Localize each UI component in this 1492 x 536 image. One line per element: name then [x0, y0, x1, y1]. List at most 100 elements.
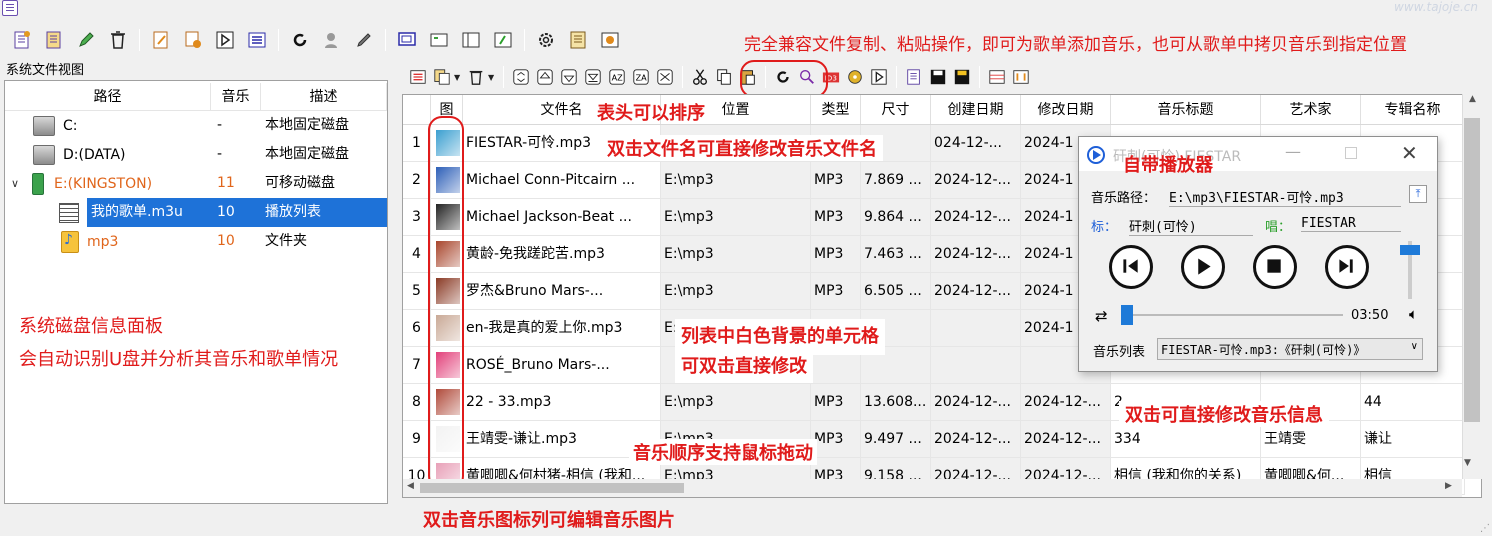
- refresh-icon[interactable]: [287, 27, 313, 53]
- play-button[interactable]: [1181, 245, 1225, 289]
- progress-track[interactable]: [1121, 314, 1343, 316]
- sort-icon[interactable]: [510, 66, 532, 88]
- locate-icon[interactable]: ⤒: [1409, 185, 1427, 203]
- tree-row-d[interactable]: D:(DATA) - 本地固定磁盘: [5, 140, 387, 169]
- header-size[interactable]: 尺寸: [861, 95, 931, 124]
- header-modified[interactable]: 修改日期: [1021, 95, 1111, 124]
- row-created[interactable]: [931, 310, 1021, 346]
- list-icon[interactable]: [244, 27, 270, 53]
- row-created[interactable]: 2024-12-...: [931, 236, 1021, 272]
- delete-icon[interactable]: [465, 66, 487, 88]
- header-type[interactable]: 类型: [811, 95, 861, 124]
- scroll-down-icon[interactable]: ▼: [1464, 458, 1471, 468]
- row-size[interactable]: 6.505 ...: [861, 273, 931, 309]
- row-type[interactable]: MP3: [811, 421, 861, 457]
- playlist-icon[interactable]: [903, 66, 925, 88]
- play-icon[interactable]: [868, 66, 890, 88]
- path-field[interactable]: E:\mp3\FIESTAR-可怜.mp3: [1169, 187, 1401, 207]
- grid-icon[interactable]: [986, 66, 1008, 88]
- progress-slider[interactable]: [1121, 305, 1133, 325]
- row-modified[interactable]: 2024-12-...: [1021, 421, 1111, 457]
- shortcut-icon[interactable]: [490, 27, 516, 53]
- previous-button[interactable]: [1109, 245, 1153, 289]
- row-filename[interactable]: 罗杰&Bruno Mars-...: [463, 273, 661, 309]
- notes-icon[interactable]: [565, 27, 591, 53]
- header-path[interactable]: 路径: [5, 83, 211, 110]
- row-filename[interactable]: ROSÉ_Bruno Mars-...: [463, 347, 661, 383]
- row-created[interactable]: 2024-12-...: [931, 384, 1021, 420]
- row-type[interactable]: MP3: [811, 162, 861, 198]
- row-size[interactable]: 7.869 ...: [861, 162, 931, 198]
- horizontal-scroll-thumb[interactable]: [420, 483, 684, 493]
- volume-slider[interactable]: [1400, 244, 1420, 255]
- row-filename[interactable]: en-我是真的爱上你.mp3: [463, 310, 661, 346]
- about-icon[interactable]: [597, 27, 623, 53]
- row-location[interactable]: E:\mp3: [661, 273, 811, 309]
- resize-grip-icon[interactable]: ⋰: [1480, 523, 1490, 534]
- row-filename[interactable]: 22 - 33.mp3: [463, 384, 661, 420]
- row-created[interactable]: [931, 347, 1021, 383]
- row-size[interactable]: 7.463 ...: [861, 236, 931, 272]
- row-type[interactable]: MP3: [811, 236, 861, 272]
- next-button[interactable]: [1325, 245, 1369, 289]
- row-location[interactable]: E:\mp3: [661, 199, 811, 235]
- row-filename[interactable]: Michael Conn-Pitcairn ...: [463, 162, 661, 198]
- sort-az-icon[interactable]: AZ: [606, 66, 628, 88]
- expand-chevron-icon[interactable]: ∨: [11, 177, 27, 190]
- tree-row-folder[interactable]: mp3 10 文件夹: [5, 227, 387, 256]
- sort-za-icon[interactable]: ZA: [630, 66, 652, 88]
- copy-icon[interactable]: [713, 66, 735, 88]
- rename-icon[interactable]: [426, 27, 452, 53]
- row-type[interactable]: MP3: [811, 273, 861, 309]
- dropdown-arrow-icon[interactable]: ▼: [488, 73, 498, 82]
- dropdown-arrow-icon[interactable]: ▼: [454, 73, 464, 82]
- row-created[interactable]: 024-12-...: [931, 125, 1021, 161]
- open-playlist-icon[interactable]: [41, 27, 67, 53]
- tree-row-c[interactable]: C: - 本地固定磁盘: [5, 111, 387, 140]
- tree-row-e[interactable]: ∨ E:(KINGSTON) 11 可移动磁盘: [5, 169, 387, 198]
- fullscreen-icon[interactable]: [1010, 66, 1032, 88]
- row-filename[interactable]: 黄龄-免我蹉跎苦.mp3: [463, 236, 661, 272]
- minimize-icon[interactable]: —: [1285, 142, 1301, 161]
- scroll-left-icon[interactable]: ◀: [407, 481, 414, 491]
- move-top-icon[interactable]: [534, 66, 556, 88]
- repeat-mode-icon[interactable]: ⇄: [1095, 307, 1108, 325]
- convert-icon[interactable]: [180, 27, 206, 53]
- row-type[interactable]: MP3: [811, 199, 861, 235]
- list-view-icon[interactable]: [407, 66, 429, 88]
- row-filename[interactable]: Michael Jackson-Beat ...: [463, 199, 661, 235]
- close-icon[interactable]: ✕: [1401, 141, 1418, 165]
- title-field[interactable]: 矸刺(可怜): [1129, 216, 1253, 236]
- header-album[interactable]: 专辑名称: [1361, 95, 1465, 124]
- system-file-tree[interactable]: 路径 音乐 描述 C: - 本地固定磁盘 D:(DATA) - 本地固定磁盘 ∨…: [4, 80, 388, 504]
- vertical-scroll-thumb[interactable]: [1464, 118, 1480, 422]
- row-type[interactable]: MP3: [811, 384, 861, 420]
- music-list-select[interactable]: FIESTAR-可怜.mp3:《矸刺(可怜)》 ∨: [1157, 338, 1423, 360]
- tree-row-playlist[interactable]: 我的歌单.m3u 10 播放列表: [5, 198, 387, 227]
- row-location[interactable]: E:\mp3: [661, 162, 811, 198]
- row-modified[interactable]: 2024-12-...: [1021, 384, 1111, 420]
- volume-icon[interactable]: 🔈︎: [1409, 305, 1418, 323]
- window-icon[interactable]: [394, 27, 420, 53]
- row-location[interactable]: E:\mp3: [661, 384, 811, 420]
- player-window[interactable]: 矸刺(可怜) FIESTAR — ✕ 自带播放器 音乐路径： E:\mp3\FI…: [1078, 136, 1438, 372]
- play-icon[interactable]: [212, 27, 238, 53]
- user-icon[interactable]: [319, 27, 345, 53]
- new-playlist-icon[interactable]: [9, 27, 35, 53]
- brush-icon[interactable]: [351, 27, 377, 53]
- row-created[interactable]: 2024-12-...: [931, 162, 1021, 198]
- row-album[interactable]: 44: [1361, 384, 1465, 420]
- row-size[interactable]: 9.864 ...: [861, 199, 931, 235]
- row-size[interactable]: 13.608...: [861, 384, 931, 420]
- edit-tag-icon[interactable]: [148, 27, 174, 53]
- header-desc[interactable]: 描述: [261, 83, 387, 110]
- cut-icon[interactable]: [689, 66, 711, 88]
- move-bottom-icon[interactable]: [582, 66, 604, 88]
- row-size[interactable]: 9.497 ...: [861, 421, 931, 457]
- move-down-icon[interactable]: [558, 66, 580, 88]
- row-location[interactable]: E:\mp3: [661, 236, 811, 272]
- maximize-icon[interactable]: [1345, 147, 1357, 159]
- header-music[interactable]: 音乐: [211, 83, 261, 110]
- delete-icon[interactable]: [105, 27, 131, 53]
- header-created[interactable]: 创建日期: [931, 95, 1021, 124]
